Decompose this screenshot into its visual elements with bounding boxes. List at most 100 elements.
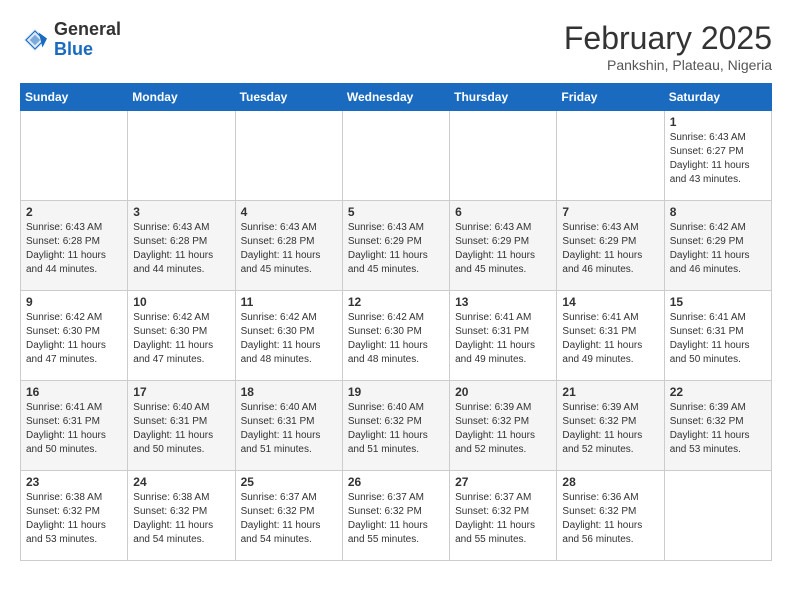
calendar-cell: 24 Sunrise: 6:38 AMSunset: 6:32 PMDaylig… [128,471,235,561]
day-info: Sunrise: 6:42 AMSunset: 6:30 PMDaylight:… [133,311,229,367]
day-number: 7 [562,205,658,219]
month-year: February 2025 [564,20,772,57]
header-thursday: Thursday [450,84,557,111]
calendar-cell: 9 Sunrise: 6:42 AMSunset: 6:30 PMDayligh… [21,291,128,381]
calendar-week-1: 1 Sunrise: 6:43 AMSunset: 6:27 PMDayligh… [21,111,772,201]
day-number: 24 [133,475,229,489]
calendar-cell: 26 Sunrise: 6:37 AMSunset: 6:32 PMDaylig… [342,471,449,561]
header-friday: Friday [557,84,664,111]
day-number: 12 [348,295,444,309]
day-info: Sunrise: 6:42 AMSunset: 6:29 PMDaylight:… [670,221,766,277]
header-tuesday: Tuesday [235,84,342,111]
page-header: General Blue February 2025 Pankshin, Pla… [20,20,772,73]
day-info: Sunrise: 6:38 AMSunset: 6:32 PMDaylight:… [26,491,122,547]
calendar-cell: 27 Sunrise: 6:37 AMSunset: 6:32 PMDaylig… [450,471,557,561]
day-info: Sunrise: 6:38 AMSunset: 6:32 PMDaylight:… [133,491,229,547]
calendar-table: SundayMondayTuesdayWednesdayThursdayFrid… [20,83,772,561]
header-wednesday: Wednesday [342,84,449,111]
day-number: 14 [562,295,658,309]
day-info: Sunrise: 6:39 AMSunset: 6:32 PMDaylight:… [455,401,551,457]
day-info: Sunrise: 6:43 AMSunset: 6:29 PMDaylight:… [562,221,658,277]
day-number: 22 [670,385,766,399]
day-info: Sunrise: 6:42 AMSunset: 6:30 PMDaylight:… [241,311,337,367]
calendar-cell: 8 Sunrise: 6:42 AMSunset: 6:29 PMDayligh… [664,201,771,291]
day-number: 10 [133,295,229,309]
day-number: 6 [455,205,551,219]
day-number: 27 [455,475,551,489]
header-saturday: Saturday [664,84,771,111]
day-info: Sunrise: 6:37 AMSunset: 6:32 PMDaylight:… [241,491,337,547]
day-number: 8 [670,205,766,219]
day-number: 9 [26,295,122,309]
day-number: 13 [455,295,551,309]
day-number: 19 [348,385,444,399]
day-info: Sunrise: 6:41 AMSunset: 6:31 PMDaylight:… [455,311,551,367]
day-number: 18 [241,385,337,399]
calendar-cell: 20 Sunrise: 6:39 AMSunset: 6:32 PMDaylig… [450,381,557,471]
calendar-cell: 19 Sunrise: 6:40 AMSunset: 6:32 PMDaylig… [342,381,449,471]
calendar-cell: 23 Sunrise: 6:38 AMSunset: 6:32 PMDaylig… [21,471,128,561]
calendar-week-3: 9 Sunrise: 6:42 AMSunset: 6:30 PMDayligh… [21,291,772,381]
day-number: 26 [348,475,444,489]
calendar-cell: 16 Sunrise: 6:41 AMSunset: 6:31 PMDaylig… [21,381,128,471]
calendar-cell: 17 Sunrise: 6:40 AMSunset: 6:31 PMDaylig… [128,381,235,471]
day-number: 1 [670,115,766,129]
calendar-week-2: 2 Sunrise: 6:43 AMSunset: 6:28 PMDayligh… [21,201,772,291]
day-info: Sunrise: 6:41 AMSunset: 6:31 PMDaylight:… [562,311,658,367]
calendar-cell [664,471,771,561]
day-info: Sunrise: 6:36 AMSunset: 6:32 PMDaylight:… [562,491,658,547]
logo-blue: Blue [54,40,121,60]
calendar-cell: 7 Sunrise: 6:43 AMSunset: 6:29 PMDayligh… [557,201,664,291]
day-info: Sunrise: 6:37 AMSunset: 6:32 PMDaylight:… [348,491,444,547]
day-info: Sunrise: 6:43 AMSunset: 6:28 PMDaylight:… [26,221,122,277]
day-number: 15 [670,295,766,309]
calendar-cell [235,111,342,201]
day-info: Sunrise: 6:43 AMSunset: 6:27 PMDaylight:… [670,131,766,187]
calendar-cell: 21 Sunrise: 6:39 AMSunset: 6:32 PMDaylig… [557,381,664,471]
calendar-cell [450,111,557,201]
day-info: Sunrise: 6:42 AMSunset: 6:30 PMDaylight:… [348,311,444,367]
logo-icon [20,25,50,55]
calendar-cell: 28 Sunrise: 6:36 AMSunset: 6:32 PMDaylig… [557,471,664,561]
day-info: Sunrise: 6:41 AMSunset: 6:31 PMDaylight:… [670,311,766,367]
calendar-cell [342,111,449,201]
day-number: 4 [241,205,337,219]
calendar-cell [21,111,128,201]
day-info: Sunrise: 6:43 AMSunset: 6:29 PMDaylight:… [455,221,551,277]
day-info: Sunrise: 6:39 AMSunset: 6:32 PMDaylight:… [562,401,658,457]
calendar-cell: 3 Sunrise: 6:43 AMSunset: 6:28 PMDayligh… [128,201,235,291]
day-info: Sunrise: 6:42 AMSunset: 6:30 PMDaylight:… [26,311,122,367]
calendar-cell: 25 Sunrise: 6:37 AMSunset: 6:32 PMDaylig… [235,471,342,561]
calendar-cell: 22 Sunrise: 6:39 AMSunset: 6:32 PMDaylig… [664,381,771,471]
calendar-week-4: 16 Sunrise: 6:41 AMSunset: 6:31 PMDaylig… [21,381,772,471]
calendar-cell: 2 Sunrise: 6:43 AMSunset: 6:28 PMDayligh… [21,201,128,291]
day-info: Sunrise: 6:41 AMSunset: 6:31 PMDaylight:… [26,401,122,457]
day-info: Sunrise: 6:39 AMSunset: 6:32 PMDaylight:… [670,401,766,457]
calendar-header-row: SundayMondayTuesdayWednesdayThursdayFrid… [21,84,772,111]
day-number: 23 [26,475,122,489]
calendar-cell: 10 Sunrise: 6:42 AMSunset: 6:30 PMDaylig… [128,291,235,381]
logo: General Blue [20,20,121,60]
day-number: 2 [26,205,122,219]
day-info: Sunrise: 6:43 AMSunset: 6:28 PMDaylight:… [241,221,337,277]
location: Pankshin, Plateau, Nigeria [564,57,772,73]
calendar-cell: 18 Sunrise: 6:40 AMSunset: 6:31 PMDaylig… [235,381,342,471]
day-number: 28 [562,475,658,489]
calendar-cell: 11 Sunrise: 6:42 AMSunset: 6:30 PMDaylig… [235,291,342,381]
calendar-cell [128,111,235,201]
calendar-cell: 4 Sunrise: 6:43 AMSunset: 6:28 PMDayligh… [235,201,342,291]
day-number: 20 [455,385,551,399]
day-info: Sunrise: 6:43 AMSunset: 6:29 PMDaylight:… [348,221,444,277]
day-number: 17 [133,385,229,399]
header-sunday: Sunday [21,84,128,111]
day-info: Sunrise: 6:40 AMSunset: 6:31 PMDaylight:… [241,401,337,457]
day-number: 21 [562,385,658,399]
day-number: 5 [348,205,444,219]
calendar-cell [557,111,664,201]
header-monday: Monday [128,84,235,111]
day-info: Sunrise: 6:40 AMSunset: 6:31 PMDaylight:… [133,401,229,457]
calendar-cell: 13 Sunrise: 6:41 AMSunset: 6:31 PMDaylig… [450,291,557,381]
day-info: Sunrise: 6:40 AMSunset: 6:32 PMDaylight:… [348,401,444,457]
calendar-cell: 6 Sunrise: 6:43 AMSunset: 6:29 PMDayligh… [450,201,557,291]
day-number: 11 [241,295,337,309]
